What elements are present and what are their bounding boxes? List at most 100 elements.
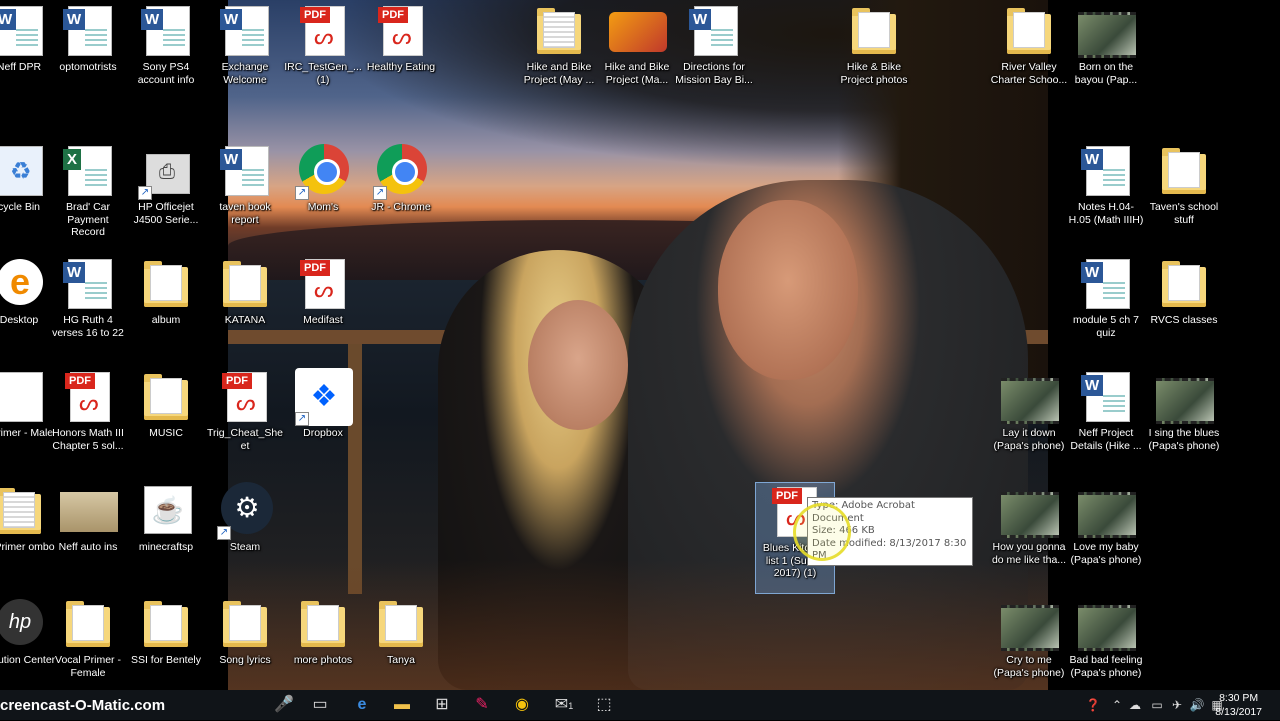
task-view-icon[interactable]: ▭ bbox=[300, 690, 340, 720]
desktop-icon-neff-auto-ins[interactable]: Neff auto ins bbox=[49, 482, 127, 592]
desktop-icon-song-lyrics[interactable]: Song lyrics bbox=[206, 595, 284, 705]
desktop-icon-honors-math-iii-chapter-5-sol[interactable]: PDF ᔕ Honors Math III Chapter 5 sol... bbox=[49, 368, 127, 478]
desktop-icon-irc-testgen-1[interactable]: PDF ᔕ IRC_TestGen_... (1) bbox=[284, 2, 362, 112]
desktop-icon-hp-officejet-j4500-serie[interactable]: ⎙ ↗ HP Officejet J4500 Serie... bbox=[127, 142, 205, 252]
word-document-icon: W bbox=[220, 146, 269, 196]
desktop-icon-brad-car-payment-record[interactable]: X Brad' Car Payment Record bbox=[49, 142, 127, 252]
onedrive-icon[interactable]: ☁ bbox=[1126, 690, 1144, 720]
desktop-icon-i-sing-the-blues-papa-s-phone[interactable]: I sing the blues (Papa's phone) bbox=[1145, 368, 1223, 478]
shortcut-arrow-icon: ↗ bbox=[295, 186, 309, 200]
document-icon bbox=[0, 372, 43, 422]
desktop-icon-module-5-ch-7-quiz[interactable]: Wmodule 5 ch 7 quiz bbox=[1067, 255, 1145, 365]
paint-icon[interactable]: ✎ bbox=[462, 690, 502, 720]
desktop-icon-hg-ruth-4-verses-16-to-22[interactable]: W HG Ruth 4 verses 16 to 22 bbox=[49, 255, 127, 365]
word-document-icon: W bbox=[689, 6, 738, 56]
desktop-icon-label: Bad bad feeling (Papa's phone) bbox=[1069, 654, 1143, 679]
desktop-icon-healthy-eating[interactable]: PDF ᔕ Healthy Eating bbox=[362, 2, 440, 112]
desktop-icon-label: minecraftsp bbox=[138, 541, 194, 553]
word-document-icon: W bbox=[63, 6, 112, 56]
desktop-icon-label: How you gonna do me like tha... bbox=[991, 541, 1067, 566]
desktop-icon-label: Tanya bbox=[386, 654, 416, 666]
hp-icon: hp bbox=[0, 599, 43, 645]
icon-graphic bbox=[1001, 2, 1057, 60]
icon-graphic: PDF ᔕ bbox=[217, 368, 273, 426]
clock-date: 8/13/2017 bbox=[1215, 706, 1262, 718]
desktop-icon-exchange-welcome[interactable]: W Exchange Welcome bbox=[206, 2, 284, 112]
icon-graphic: W bbox=[1078, 368, 1134, 426]
desktop-icon-notes-h-04-h-05-math-iiih[interactable]: W Notes H.04-H.05 (Math IIIH) bbox=[1067, 142, 1145, 252]
desktop-icon-vocal-primer-female[interactable]: Vocal Primer - Female bbox=[49, 595, 127, 705]
icon-graphic bbox=[1001, 595, 1059, 653]
desktop-icon-born-on-the-bayou-pap[interactable]: Born on the bayou (Pap... bbox=[1067, 2, 1145, 112]
snipping-tool-icon[interactable]: ⬚ bbox=[584, 690, 624, 720]
movie-project-icon bbox=[609, 12, 667, 52]
desktop-icon-how-you-gonna-do-me-like-tha[interactable]: How you gonna do me like tha... bbox=[990, 482, 1068, 592]
pdf-document-icon: PDF ᔕ bbox=[222, 372, 267, 422]
desktop-icon-hike-and-bike-project-may[interactable]: Hike and Bike Project (May ... bbox=[520, 2, 598, 112]
show-hidden-icons-icon[interactable]: ⌃ bbox=[1108, 690, 1126, 720]
desktop-icon-minecraftsp[interactable]: ☕ minecraftsp bbox=[127, 482, 205, 592]
desktop-icon-trig-cheat-sheet[interactable]: PDF ᔕ Trig_Cheat_Sheet bbox=[206, 368, 284, 478]
video-thumbnail-icon bbox=[1001, 378, 1059, 424]
desktop-icon-river-valley-charter-schoo[interactable]: River Valley Charter Schoo... bbox=[990, 2, 1068, 112]
folder-icon bbox=[66, 601, 110, 647]
microphone-icon[interactable]: 🎤 bbox=[264, 690, 304, 720]
system-clock[interactable]: 8:30 PM 8/13/2017 bbox=[1215, 691, 1262, 719]
desktop-icon-katana[interactable]: KATANA bbox=[206, 255, 284, 365]
desktop-icon-label: more photos bbox=[293, 654, 353, 666]
battery-icon[interactable]: ▭ bbox=[1148, 690, 1166, 720]
desktop-icon-label: Born on the bayou (Pap... bbox=[1074, 61, 1138, 86]
desktop-icon-bad-bad-feeling-papa-s-phone[interactable]: Bad bad feeling (Papa's phone) bbox=[1067, 595, 1145, 705]
desktop-icon-ssi-for-bentely[interactable]: SSI for Bentely bbox=[127, 595, 205, 705]
store-icon[interactable]: ⊞ bbox=[422, 690, 462, 720]
icon-graphic bbox=[373, 595, 429, 653]
file-explorer-icon[interactable]: ▬ bbox=[382, 690, 422, 720]
desktop-icon-taven-s-school-stuff[interactable]: Taven's school stuff bbox=[1145, 142, 1223, 252]
desktop-icon-cry-to-me-papa-s-phone[interactable]: Cry to me (Papa's phone) bbox=[990, 595, 1068, 705]
desktop-icon-taven-book-report[interactable]: Wtaven book report bbox=[206, 142, 284, 252]
desktop-icon-optomotrists[interactable]: Woptomotrists bbox=[49, 2, 127, 112]
desktop-icon-sony-ps4-account-info[interactable]: W Sony PS4 account info bbox=[127, 2, 205, 112]
desktop-icon-neff-project-details-hike[interactable]: W Neff Project Details (Hike ... bbox=[1067, 368, 1145, 478]
desktop-icon-lay-it-down-papa-s-phone[interactable]: Lay it down (Papa's phone) bbox=[990, 368, 1068, 478]
icon-graphic bbox=[217, 255, 273, 313]
volume-icon[interactable]: 🔊 bbox=[1188, 690, 1206, 720]
icon-graphic: PDF ᔕ bbox=[295, 255, 351, 313]
desktop-icon-hike-bike-project-photos[interactable]: Hike & Bike Project photos bbox=[835, 2, 913, 112]
desktop-icon-rvcs-classes[interactable]: RVCS classes bbox=[1145, 255, 1223, 365]
mail-icon[interactable]: ✉1 bbox=[544, 690, 584, 720]
desktop-icon-album[interactable]: album bbox=[127, 255, 205, 365]
desktop-icon-directions-for-mission-bay-bi[interactable]: W Directions for Mission Bay Bi... bbox=[675, 2, 753, 112]
desktop-icon-steam[interactable]: ⚙ ↗ Steam bbox=[206, 482, 284, 592]
icon-graphic: X bbox=[60, 142, 116, 200]
folder-icon bbox=[223, 261, 267, 307]
help-icon[interactable]: ❓ bbox=[1084, 690, 1102, 720]
chrome-icon[interactable]: ◉ bbox=[502, 690, 542, 720]
pdf-document-icon: PDF ᔕ bbox=[300, 6, 345, 56]
desktop-icon-jr-chrome[interactable]: ↗ JR - Chrome bbox=[362, 142, 440, 252]
desktop-icon-tanya[interactable]: Tanya bbox=[362, 595, 440, 705]
desktop-icon-hike-and-bike-project-ma[interactable]: Hike and Bike Project (Ma... bbox=[598, 2, 676, 112]
icon-graphic bbox=[60, 482, 118, 540]
desktop-icon-label: RVCS classes bbox=[1150, 314, 1218, 326]
icon-graphic bbox=[138, 255, 194, 313]
network-icon[interactable]: ✈ bbox=[1168, 690, 1186, 720]
desktop-icon-mom-s[interactable]: ↗ Mom's bbox=[284, 142, 362, 252]
desktop-icon-music[interactable]: MUSIC bbox=[127, 368, 205, 478]
desktop-icon-label: Brad' Car Payment Record bbox=[65, 201, 111, 238]
icon-graphic: W bbox=[217, 142, 273, 200]
desktop-icon-label: Cry to me (Papa's phone) bbox=[993, 654, 1065, 679]
folder-icon bbox=[1162, 148, 1206, 194]
desktop-icon-medifast[interactable]: PDF ᔕ Medifast bbox=[284, 255, 362, 365]
word-document-icon: W bbox=[220, 6, 269, 56]
screencast-watermark: creencast-O-Matic.com bbox=[0, 697, 166, 714]
desktop-icon-love-my-baby-papa-s-phone[interactable]: Love my baby (Papa's phone) bbox=[1067, 482, 1145, 592]
edge-icon[interactable]: e bbox=[342, 690, 382, 720]
pdf-document-icon: PDF ᔕ bbox=[65, 372, 110, 422]
desktop-icon-more-photos[interactable]: more photos bbox=[284, 595, 362, 705]
zipped-folder-icon bbox=[537, 8, 581, 54]
desktop-icon-dropbox[interactable]: ❖ ↗ Dropbox bbox=[284, 368, 362, 478]
desktop-icon-label: KATANA bbox=[224, 314, 266, 326]
icon-graphic: W bbox=[1078, 255, 1134, 313]
desktop-icon-label: Vocal Primer - Female bbox=[55, 654, 121, 679]
